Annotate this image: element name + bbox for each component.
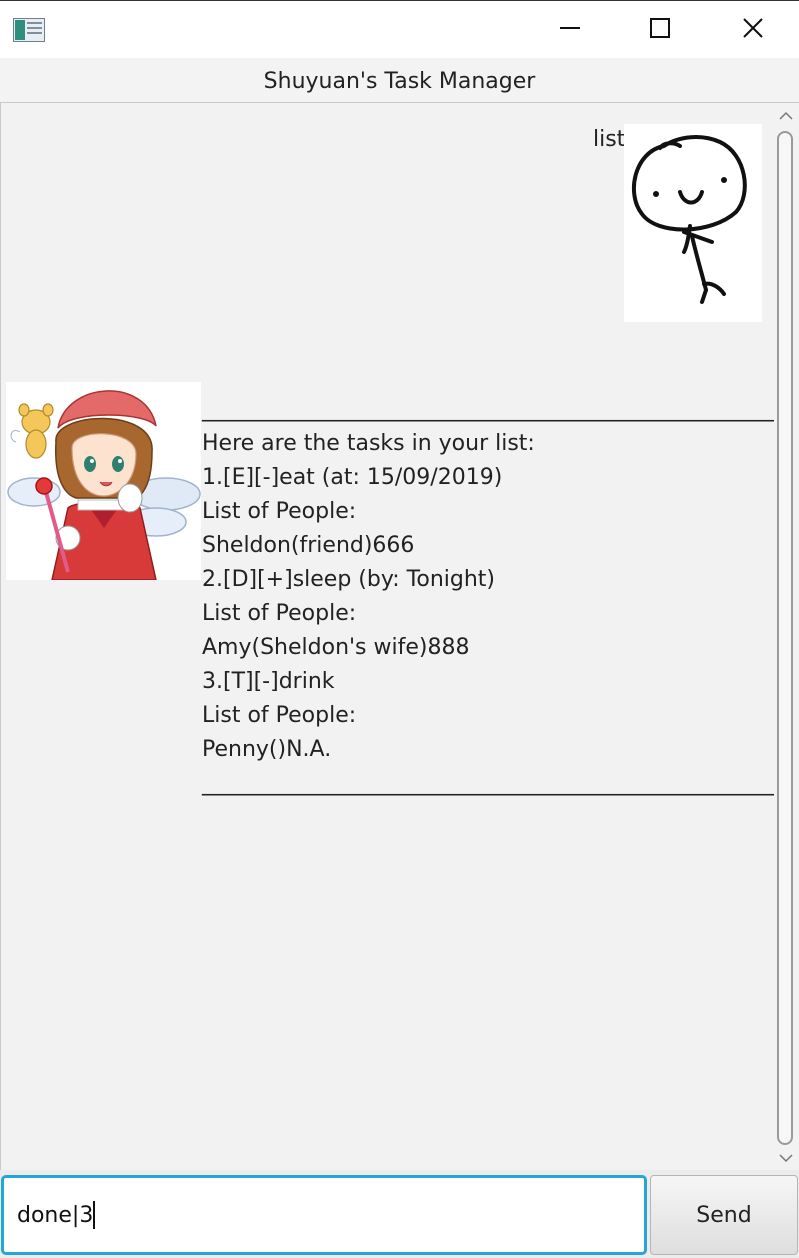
scrollbar-thumb[interactable]	[777, 131, 793, 1145]
input-row: done|3 Send	[0, 1170, 799, 1258]
minimize-icon	[559, 17, 581, 43]
chevron-down-icon	[779, 1148, 793, 1167]
maximize-button[interactable]	[614, 1, 706, 59]
command-input[interactable]: done|3	[1, 1175, 647, 1255]
close-icon	[742, 17, 764, 43]
scroll-down-button[interactable]	[774, 1145, 798, 1169]
stick-figure-avatar	[624, 124, 762, 322]
window-titlebar	[0, 0, 799, 58]
minimize-button[interactable]	[524, 1, 616, 59]
anime-girl-avatar	[6, 382, 201, 580]
maximize-icon	[649, 17, 671, 43]
app-icon	[13, 18, 45, 42]
command-input-value: done|3	[17, 1202, 94, 1228]
user-message-text: list	[593, 127, 626, 152]
scroll-up-button[interactable]	[774, 103, 798, 127]
send-button[interactable]: Send	[650, 1175, 798, 1255]
app-title: Shuyuan's Task Manager	[0, 58, 799, 102]
chevron-up-icon	[779, 106, 793, 125]
vertical-scrollbar[interactable]	[774, 103, 798, 1169]
text-caret	[93, 1201, 96, 1229]
close-button[interactable]	[707, 1, 799, 59]
bot-message-text: ________________________________________…	[202, 397, 774, 796]
